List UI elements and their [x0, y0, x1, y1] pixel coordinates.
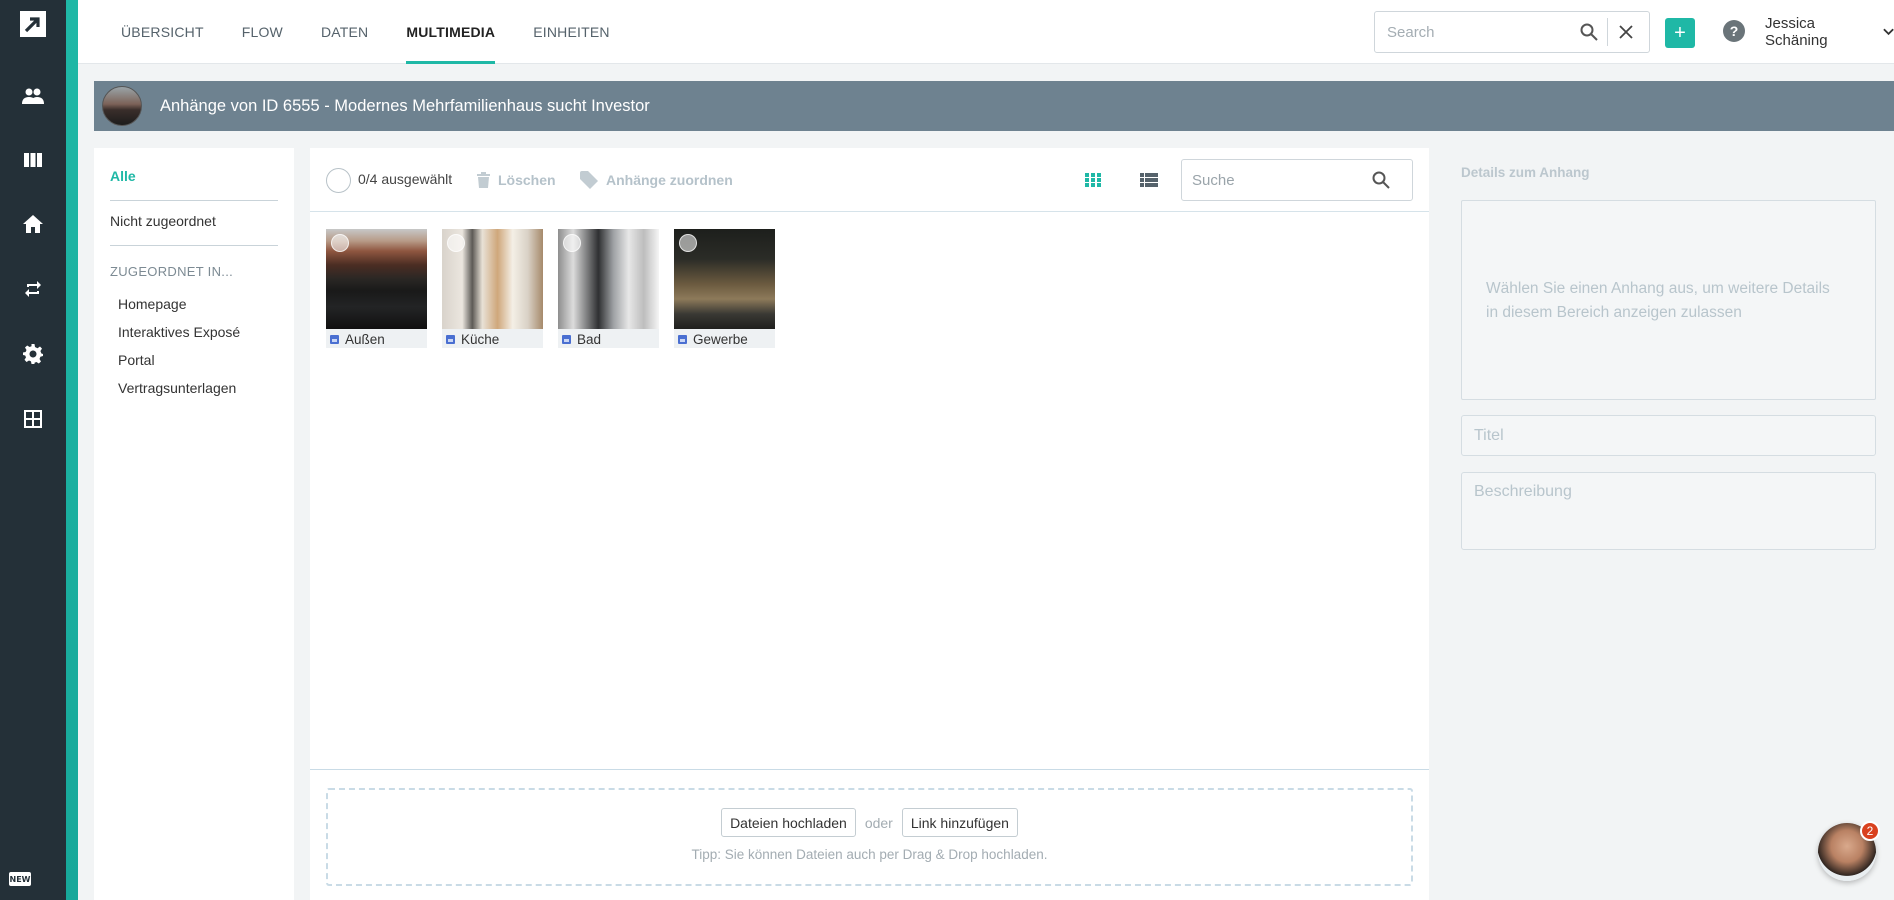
user-menu[interactable]: Jessica Schäning [1765, 15, 1894, 49]
image-icon [446, 334, 455, 344]
divider [110, 200, 278, 201]
tab-multimedia[interactable]: MULTIMEDIA [387, 0, 514, 64]
attachment-checkbox[interactable] [679, 234, 697, 252]
arrow-logo-icon[interactable] [0, 4, 66, 44]
tag-icon [580, 171, 598, 189]
user-name: Jessica Schäning [1765, 15, 1828, 49]
title-field[interactable] [1461, 415, 1876, 456]
chevron-down-icon [1883, 28, 1894, 36]
grid-view-icon[interactable] [1081, 170, 1105, 190]
filter-interaktives-expose[interactable]: Interaktives Exposé [118, 324, 240, 340]
search-icon[interactable] [1372, 171, 1390, 189]
record-thumbnail [102, 86, 142, 126]
notification-badge: 2 [1860, 821, 1880, 841]
filter-unassigned[interactable]: Nicht zugeordnet [110, 213, 216, 229]
description-field[interactable] [1461, 472, 1876, 550]
image-icon [678, 334, 687, 344]
tab-daten[interactable]: DATEN [302, 0, 387, 64]
attachment-filter-panel: Alle Nicht zugeordnet ZUGEORDNET IN... H… [94, 148, 294, 900]
attachment-checkbox[interactable] [563, 234, 581, 252]
tab-uebersicht[interactable]: ÜBERSICHT [102, 0, 223, 64]
select-all-checkbox[interactable] [326, 168, 351, 193]
attachment-search-input[interactable] [1182, 160, 1372, 200]
attachment-caption-text: Küche [461, 331, 500, 347]
top-bar: ÜBERSICHT FLOW DATEN MULTIMEDIA EINHEITE… [78, 0, 1894, 64]
tab-einheiten[interactable]: EINHEITEN [514, 0, 628, 64]
global-search [1374, 11, 1650, 53]
record-title: Anhänge von ID 6555 - Modernes Mehrfamil… [160, 96, 650, 115]
filter-homepage[interactable]: Homepage [118, 296, 187, 312]
details-heading: Details zum Anhang [1461, 165, 1590, 180]
attachment-checkbox[interactable] [331, 234, 349, 252]
list-view-icon[interactable] [1137, 170, 1161, 190]
delete-button[interactable]: Löschen [477, 168, 556, 192]
attachment-tile[interactable]: Außen [326, 229, 427, 348]
people-icon[interactable] [0, 76, 66, 116]
tab-bar: ÜBERSICHT FLOW DATEN MULTIMEDIA EINHEITE… [102, 0, 629, 64]
support-chat-avatar[interactable]: 2 [1818, 821, 1880, 881]
help-icon[interactable]: ? [1723, 20, 1745, 42]
details-preview: Wählen Sie einen Anhang aus, um weitere … [1461, 200, 1876, 400]
search-icon[interactable] [1571, 12, 1607, 52]
attachment-tile[interactable]: Küche [442, 229, 543, 348]
upload-dropzone[interactable]: Dateien hochladen oder Link hinzufügen T… [326, 788, 1413, 886]
attachment-toolbar: 0/4 ausgewählt Löschen Anhänge zuordnen [310, 148, 1429, 212]
selection-count: 0/4 ausgewählt [358, 171, 453, 187]
details-empty-message: Wählen Sie einen Anhang aus, um weitere … [1486, 280, 1830, 321]
upload-or-text: oder [864, 814, 893, 831]
main-navigation: NEW [0, 0, 66, 900]
upload-actions: Dateien hochladen oder Link hinzufügen [328, 808, 1411, 837]
assign-label: Anhänge zuordnen [606, 172, 733, 188]
filter-portal[interactable]: Portal [118, 352, 155, 368]
attachment-caption-text: Bad [577, 331, 602, 347]
attachment-caption-text: Gewerbe [693, 331, 748, 347]
add-link-button[interactable]: Link hinzufügen [901, 808, 1018, 837]
attachment-tile[interactable]: Gewerbe [674, 229, 775, 348]
global-search-input[interactable] [1375, 12, 1571, 52]
add-button[interactable]: + [1665, 18, 1695, 48]
home-icon[interactable] [0, 204, 66, 244]
image-icon [330, 334, 339, 344]
columns-icon[interactable] [0, 140, 66, 180]
tab-flow[interactable]: FLOW [223, 0, 302, 64]
divider [110, 245, 278, 246]
assign-attachments-button[interactable]: Anhänge zuordnen [580, 168, 733, 192]
nav-accent-strip [66, 0, 78, 900]
gear-icon[interactable] [0, 334, 66, 374]
delete-label: Löschen [498, 172, 556, 188]
filter-vertragsunterlagen[interactable]: Vertragsunterlagen [118, 380, 236, 396]
attachment-caption: Gewerbe [678, 330, 748, 348]
image-icon [562, 334, 571, 344]
new-badge[interactable]: NEW [9, 872, 31, 886]
filter-section-heading: ZUGEORDNET IN... [110, 264, 234, 279]
plus-icon: + [1674, 21, 1686, 44]
attachment-search [1181, 159, 1413, 201]
attachment-list: 0/4 ausgewählt Löschen Anhänge zuordnen … [310, 148, 1429, 900]
upload-tip: Tipp: Sie können Dateien auch per Drag &… [691, 847, 1048, 862]
attachment-caption: Bad [562, 330, 601, 348]
attachment-checkbox[interactable] [447, 234, 465, 252]
record-banner: Anhänge von ID 6555 - Modernes Mehrfamil… [94, 81, 1894, 131]
attachment-caption: Küche [446, 330, 499, 348]
grid-icon[interactable] [0, 399, 66, 439]
attachment-caption: Außen [330, 330, 385, 348]
close-icon[interactable] [1608, 12, 1644, 52]
upload-files-button[interactable]: Dateien hochladen [721, 808, 856, 837]
attachment-caption-text: Außen [345, 331, 385, 347]
repeat-icon[interactable] [0, 269, 66, 309]
attachment-tile[interactable]: Bad [558, 229, 659, 348]
divider [310, 769, 1429, 770]
filter-all[interactable]: Alle [110, 168, 136, 184]
attachment-details-panel: Details zum Anhang Wählen Sie einen Anha… [1443, 148, 1894, 900]
trash-icon [477, 172, 490, 188]
